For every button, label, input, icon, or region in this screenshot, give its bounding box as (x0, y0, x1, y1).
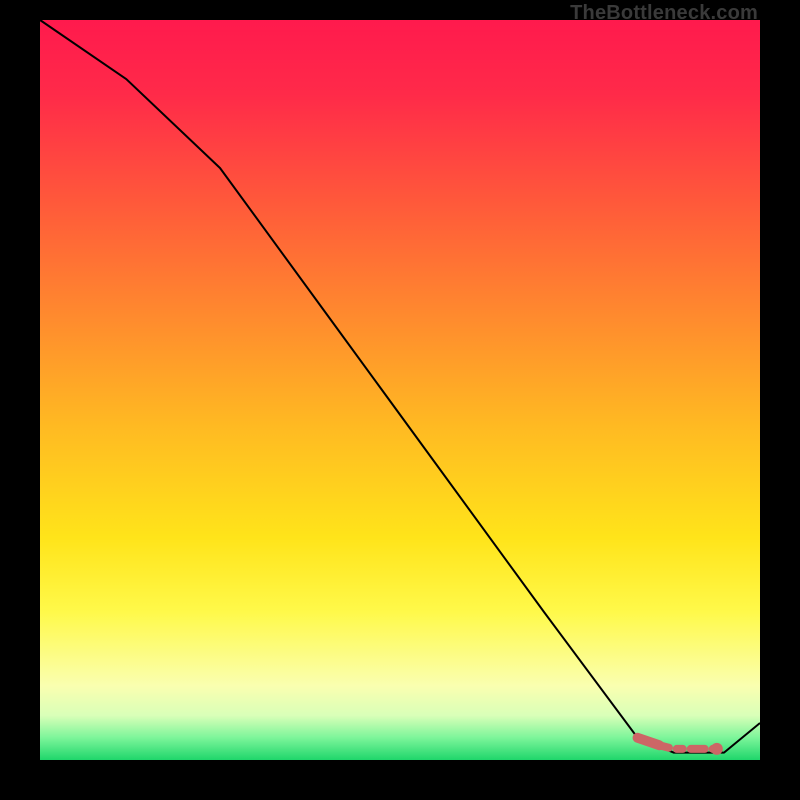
curve-line (40, 20, 760, 753)
marker-dashed (659, 745, 717, 749)
chart-svg (0, 0, 800, 800)
marker-end-dot (711, 743, 723, 755)
chart-frame: TheBottleneck.com (0, 0, 800, 800)
